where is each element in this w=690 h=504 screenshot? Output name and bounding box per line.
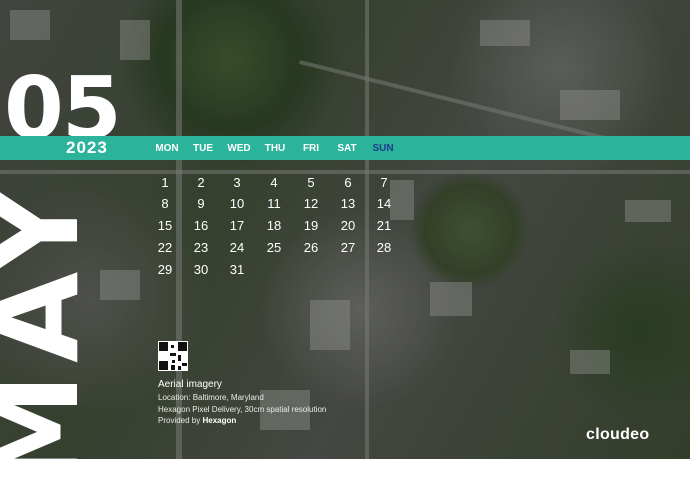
date-cell: 23 [193, 240, 209, 255]
weekday-mon: MON [155, 143, 179, 154]
caption-location: Location: Baltimore, Maryland [158, 393, 264, 402]
date-cell: 20 [340, 218, 356, 233]
caption-title: Aerial imagery [158, 379, 222, 390]
date-cell: 16 [193, 218, 209, 233]
date-cell: 13 [340, 196, 356, 211]
brand-logo: cloudeo [586, 426, 650, 443]
date-cell: 15 [157, 218, 173, 233]
caption-provided-by: Provided by Hexagon [158, 416, 236, 426]
date-cell: 17 [229, 218, 245, 233]
date-cell: 26 [303, 240, 319, 255]
caption-provider: Hexagon [202, 416, 237, 425]
date-cell: 22 [157, 240, 173, 255]
date-cell: 31 [229, 262, 245, 277]
weekday-wed: WED [227, 143, 251, 154]
date-cell: 28 [376, 240, 392, 255]
year-label: 2023 [66, 138, 108, 157]
date-cell: 11 [267, 196, 281, 211]
month-label: MAY [0, 177, 105, 491]
date-cell: 12 [303, 196, 319, 211]
date-cell: 4 [270, 175, 278, 190]
weekday-thu: THU [264, 143, 286, 154]
caption-provided-prefix: Provided by [158, 416, 201, 425]
date-cell: 30 [193, 262, 209, 277]
date-cell: 25 [266, 240, 282, 255]
weekday-fri: FRI [302, 143, 320, 154]
date-cell: 6 [344, 175, 352, 190]
date-cell: 29 [157, 262, 173, 277]
date-cell: 1 [161, 175, 169, 190]
date-cell: 2 [197, 175, 205, 190]
weekday-tue: TUE [193, 143, 213, 154]
weekday-sun: SUN [372, 143, 394, 154]
date-cell: 14 [376, 196, 392, 211]
date-cell: 7 [380, 175, 388, 190]
date-cell: 5 [307, 175, 315, 190]
date-cell: 21 [376, 218, 392, 233]
qr-code-icon[interactable] [158, 341, 188, 371]
date-cell: 18 [266, 218, 282, 233]
date-cell: 8 [161, 196, 169, 211]
date-cell: 19 [303, 218, 319, 233]
date-cell: 3 [233, 175, 241, 190]
date-cell: 27 [340, 240, 356, 255]
date-cell: 10 [229, 196, 245, 211]
date-cell: 24 [229, 240, 245, 255]
date-cell: 9 [197, 196, 205, 211]
weekday-sat: SAT [337, 143, 357, 154]
caption-delivery: Hexagon Pixel Delivery, 30cm spatial res… [158, 405, 327, 414]
